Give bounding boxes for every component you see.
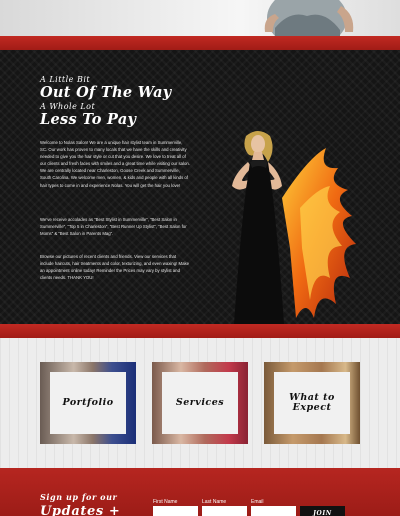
- kicker-a-whole-lot: A Whole Lot: [40, 102, 96, 111]
- portfolio-card-label: Portfolio: [62, 397, 114, 408]
- first-name-field[interactable]: [153, 506, 198, 516]
- last-name-label: Last Name: [202, 499, 227, 505]
- signup-title-line1: Sign up for our: [40, 492, 118, 502]
- what-to-expect-card-label: What to Expect: [289, 392, 335, 413]
- hero-portrait-image: [264, 0, 354, 36]
- signup-title-line2: Updates +: [40, 504, 121, 516]
- portfolio-card[interactable]: Portfolio: [40, 362, 136, 444]
- services-card-label: Services: [175, 397, 225, 408]
- red-divider-top: [0, 36, 400, 50]
- red-divider-bottom: [0, 324, 400, 338]
- what-to-expect-card-panel: What to Expect: [274, 372, 350, 434]
- portfolio-card-panel: Portfolio: [50, 372, 126, 434]
- headline-less-to-pay: Less To Pay: [40, 111, 137, 128]
- services-card-panel: Services: [162, 372, 238, 434]
- join-button[interactable]: JOIN: [300, 506, 345, 516]
- model-fire-dress-image: [232, 131, 356, 324]
- email-field[interactable]: [251, 506, 296, 516]
- browse-paragraph: Browse our pictures of recent clients an…: [40, 254, 190, 281]
- services-card[interactable]: Services: [152, 362, 248, 444]
- last-name-field[interactable]: [202, 506, 247, 516]
- kicker-a-little-bit: A Little Bit: [40, 75, 91, 84]
- newsletter-signup: Sign up for our Updates + First Name Las…: [0, 468, 400, 516]
- what-to-expect-card[interactable]: What to Expect: [264, 362, 360, 444]
- email-label: Email: [251, 499, 264, 505]
- intro-paragraph: Welcome to Nolas Salon! We are a unique …: [40, 140, 190, 188]
- first-name-label: First Name: [153, 499, 178, 505]
- accolades-paragraph: We've receive accolades as “Best Stylist…: [40, 217, 187, 237]
- hero-image-strip: [0, 0, 400, 36]
- headline-out-of-the-way: Out Of The Way: [40, 84, 172, 101]
